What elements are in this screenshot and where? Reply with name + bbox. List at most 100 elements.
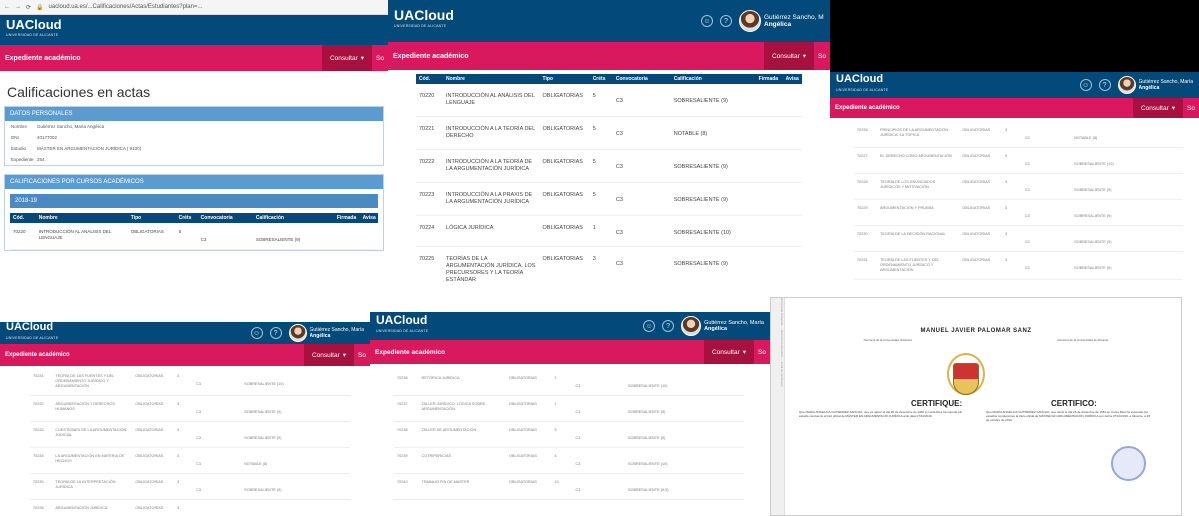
column-header[interactable]: Calificación: [252, 213, 334, 223]
help-icon[interactable]: ?: [662, 320, 675, 332]
user-switch-icon[interactable]: ☺: [1079, 79, 1092, 91]
consult-menu[interactable]: Consultar ▾: [763, 42, 815, 70]
help-icon[interactable]: ?: [720, 15, 732, 27]
screenshot-panel-4: UACloud UNIVERSIDAD DE ALICANTE ☺ ? Gutié…: [0, 322, 370, 516]
cell-empty: [359, 223, 378, 250]
table-row[interactable]: 70230 TEORÍA DE LA DECISIÓN RACIONAL OBLIG…: [854, 225, 1183, 252]
table-row[interactable]: 70234 LA ARGUMENTACIÓN EN MATERIA DE HECH…: [30, 447, 350, 474]
table-row[interactable]: 70224 LÓGICA JURÍDICA OBLIGATORIAS 1 C3 SOBRE…: [416, 215, 802, 247]
user-name[interactable]: Gutiérrez Sancho, MaríaAngélica: [764, 14, 824, 28]
help-icon[interactable]: ?: [1098, 79, 1111, 91]
uacloud-logo[interactable]: UACloud UNIVERSIDAD DE ALICANTE: [394, 8, 454, 32]
avatar[interactable]: [288, 324, 307, 342]
column-header[interactable]: Avisa: [359, 213, 378, 223]
column-header[interactable]: Tipo: [539, 74, 590, 84]
more-menu[interactable]: So: [754, 349, 770, 356]
table-row[interactable]: 70227 EL DERECHO COMO ARGUMENTACIÓN OBLIGA…: [854, 147, 1183, 174]
column-header[interactable]: Firmada: [755, 74, 783, 84]
reload-icon[interactable]: ⟳: [26, 4, 31, 11]
user-name[interactable]: Gutiérrez Sancho, MaríaAngélica: [704, 320, 764, 332]
table-row[interactable]: 70231 TEORÍA DE LAS FUENTES Y DEL ORDENAM…: [854, 251, 1183, 280]
grades-table: 70226 PRINCIPIOS DE LA ARGUMENTACIÓN JURÍ…: [854, 122, 1183, 280]
grades-table: 70231 TEORÍA DE LAS FUENTES Y DEL ORDENAM…: [30, 368, 350, 516]
table-row[interactable]: 70222 INTRODUCCIÓN A LA TEORÍA DE LA ARGU…: [416, 149, 802, 183]
avatar[interactable]: [739, 10, 761, 32]
cell-conv: C3: [193, 395, 242, 422]
cell-cod: 70225: [416, 246, 444, 284]
uacloud-logo[interactable]: UACloud UNIVERSIDAD DE ALICANTE: [6, 322, 58, 344]
column-header[interactable]: Cód.: [10, 213, 36, 223]
column-header[interactable]: Convocatoria: [197, 213, 253, 223]
avatar[interactable]: [681, 316, 702, 336]
browser-address-bar[interactable]: ← → ⟳ 🔒 uacloud.ua.es/...Calificaciones/…: [0, 0, 388, 15]
cell-tipo: OBLIGATORIAS: [132, 447, 174, 474]
more-menu[interactable]: So: [814, 53, 830, 60]
table-row[interactable]: 70239 COTRIPERICIAS OBLIGATORIAS 4 C3 SOBRESA…: [394, 447, 744, 474]
cell-empty: [755, 84, 783, 117]
column-header[interactable]: Convocatoria: [612, 74, 671, 84]
cell-name: TEORÍA DE LOS ENUNCIADOS JURÍDICOS Y MOT…: [877, 173, 960, 200]
table-row[interactable]: 70225 TEORÍAS DE LA ARGUMENTACIÓN JURÍDIC…: [416, 246, 802, 284]
consult-menu[interactable]: Consultar ▾: [1132, 98, 1184, 118]
consult-menu[interactable]: Consultar ▾: [703, 340, 755, 364]
table-row[interactable]: 70235 TEORÍA DE LA INTERPRETACIÓN JURÍDIC…: [30, 473, 350, 500]
uacloud-logo[interactable]: UACloud UNIVERSIDAD DE ALICANTE: [836, 74, 888, 96]
back-icon[interactable]: ←: [4, 4, 10, 10]
table-row[interactable]: 70220 INTRODUCCIÓN AL ANÁLISIS DEL LENGUA…: [10, 223, 378, 250]
app-header: UACloud UNIVERSIDAD DE ALICANTE ☺ ? Gutié…: [370, 312, 770, 340]
table-row[interactable]: 70229 ARGUMENTACIÓN Y PRUEBA OBLIGATORIAS 3…: [854, 199, 1183, 226]
column-header[interactable]: Calificación: [670, 74, 756, 84]
table-row[interactable]: 70237 TALLER JURÍDICO: LÓGICA SOBRE ARGUM…: [394, 395, 744, 422]
more-menu[interactable]: So: [372, 55, 388, 62]
column-header[interactable]: Tipo: [127, 213, 176, 223]
table-row[interactable]: 70236 RETÓRICA JURÍDICA OBLIGATORIAS 1 C3 SOB…: [394, 370, 744, 396]
table-row[interactable]: 70221 INTRODUCCIÓN A LA TEORÍA DEL DERECH…: [416, 116, 802, 150]
column-header[interactable]: Créts: [589, 74, 613, 84]
column-header[interactable]: Nombre: [35, 213, 128, 223]
table-row[interactable]: 70236 ARGUMENTACIÓN JURÍDICA OBLIGATORIAS 3: [30, 499, 350, 516]
cell-conv: C3: [193, 421, 242, 448]
table-row[interactable]: 70232 ARGUMENTACIÓN Y DERECHOS HUMANOS OBL…: [30, 395, 350, 422]
forward-icon[interactable]: →: [15, 4, 21, 10]
cell-name: INTRODUCCIÓN AL ANÁLISIS DEL LENGUAJE: [443, 84, 540, 117]
uacloud-logo[interactable]: UACloud UNIVERSIDAD DE ALICANTE: [6, 18, 62, 41]
more-menu[interactable]: So: [1183, 105, 1199, 112]
column-header[interactable]: Avisa: [782, 74, 802, 84]
user-switch-icon[interactable]: ☺: [643, 320, 656, 332]
academic-year-header[interactable]: 2018-19: [10, 194, 378, 208]
cell-tipo: OBLIGATORIAS: [132, 395, 174, 422]
table-row[interactable]: 70233 CUESTIONES DE LA ARGUMENTACIÓN JUDI…: [30, 421, 350, 448]
user-name[interactable]: Gutiérrez Sancho, MaríaAngélica: [1139, 79, 1193, 91]
grades-box: CALIFICACIONES POR CURSOS ACADÉMICOS 201…: [4, 174, 384, 251]
consult-menu[interactable]: Consultar ▾: [303, 344, 355, 366]
table-row[interactable]: 70240 TRABAJO FIN DE MÁSTER OBLIGATORIAS 10…: [394, 473, 744, 500]
more-menu[interactable]: So: [354, 352, 370, 359]
url-text[interactable]: uacloud.ua.es/...Calificaciones/Actas/Es…: [49, 4, 203, 10]
user-name[interactable]: Gutiérrez Sancho, MaríaAngélica: [310, 327, 364, 339]
table-row[interactable]: 70228 TEORÍA DE LOS ENUNCIADOS JURÍDICOS …: [854, 173, 1183, 200]
screenshot-panel-1: ← → ⟳ 🔒 uacloud.ua.es/...Calificaciones/…: [0, 0, 388, 296]
table-row[interactable]: 70231 TEORÍA DE LAS FUENTES Y DEL ORDENAM…: [30, 368, 350, 396]
cell-name: PRINCIPIOS DE LA ARGUMENTACIÓN JURÍDICA:…: [877, 122, 960, 148]
cell-empty: [726, 395, 744, 422]
user-switch-icon[interactable]: ☺: [250, 327, 263, 339]
column-header[interactable]: Cód.: [416, 74, 444, 84]
help-icon[interactable]: ?: [269, 327, 282, 339]
table-row[interactable]: 70226 PRINCIPIOS DE LA ARGUMENTACIÓN JURÍ…: [854, 122, 1183, 148]
user-switch-icon[interactable]: ☺: [701, 15, 713, 27]
avatar[interactable]: [1117, 76, 1136, 94]
column-header[interactable]: Nombre: [443, 74, 540, 84]
cell-empty: [702, 370, 727, 396]
cell-name: TEORÍAS DE LA ARGUMENTACIÓN JURÍDICA. LO…: [443, 246, 540, 284]
consult-menu[interactable]: Consultar ▾: [321, 45, 373, 71]
table-row[interactable]: 70223 INTRODUCCIÓN A LA PRAXIS DE LA ARGU…: [416, 182, 802, 216]
column-header[interactable]: Créts: [175, 213, 198, 223]
cell-cod: 70231: [30, 368, 53, 396]
uacloud-logo[interactable]: UACloud UNIVERSIDAD DE ALICANTE: [376, 314, 428, 337]
certify-heading-left: CERTIFIQUE:: [911, 399, 963, 408]
table-row[interactable]: 70238 TALLER DE ARGUMENTACIÓN OBLIGATORIAS…: [394, 421, 744, 448]
cell-tipo: OBLIGATORIAS: [539, 149, 590, 183]
column-header[interactable]: Firmada: [333, 213, 360, 223]
table-row[interactable]: 70220 INTRODUCCIÓN AL ANÁLISIS DEL LENGUA…: [416, 84, 802, 117]
cell-empty: [726, 447, 744, 474]
